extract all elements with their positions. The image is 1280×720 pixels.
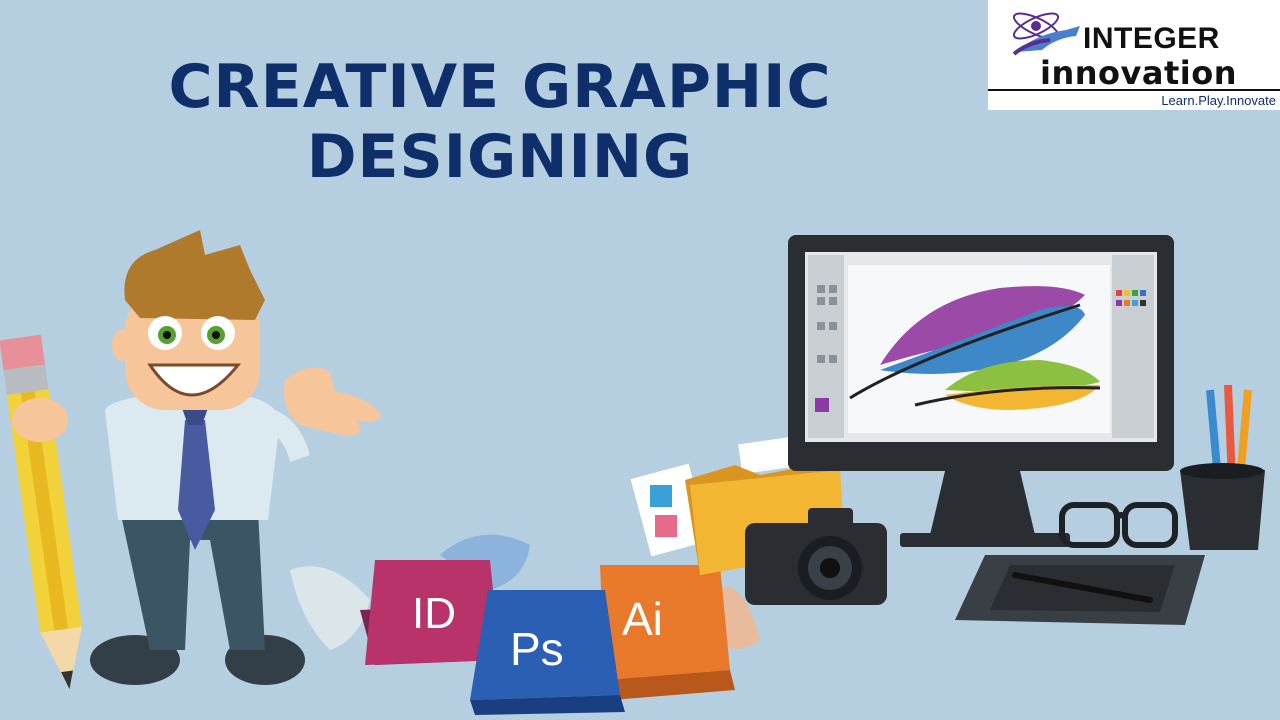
monitor-icon <box>788 235 1174 547</box>
indesign-label: ID <box>412 589 456 638</box>
pencil-icon <box>0 334 82 690</box>
drawing-tablet-icon <box>955 555 1205 625</box>
glasses-icon <box>1059 502 1178 548</box>
illustrator-app-icon: Ai <box>600 565 735 700</box>
photoshop-app-icon: Ps <box>470 590 625 715</box>
photoshop-label: Ps <box>510 623 564 675</box>
illustrator-label: Ai <box>622 593 663 645</box>
pen-cup-icon <box>1180 384 1265 550</box>
illustration-scene: ID Ai Ps <box>0 230 1265 715</box>
